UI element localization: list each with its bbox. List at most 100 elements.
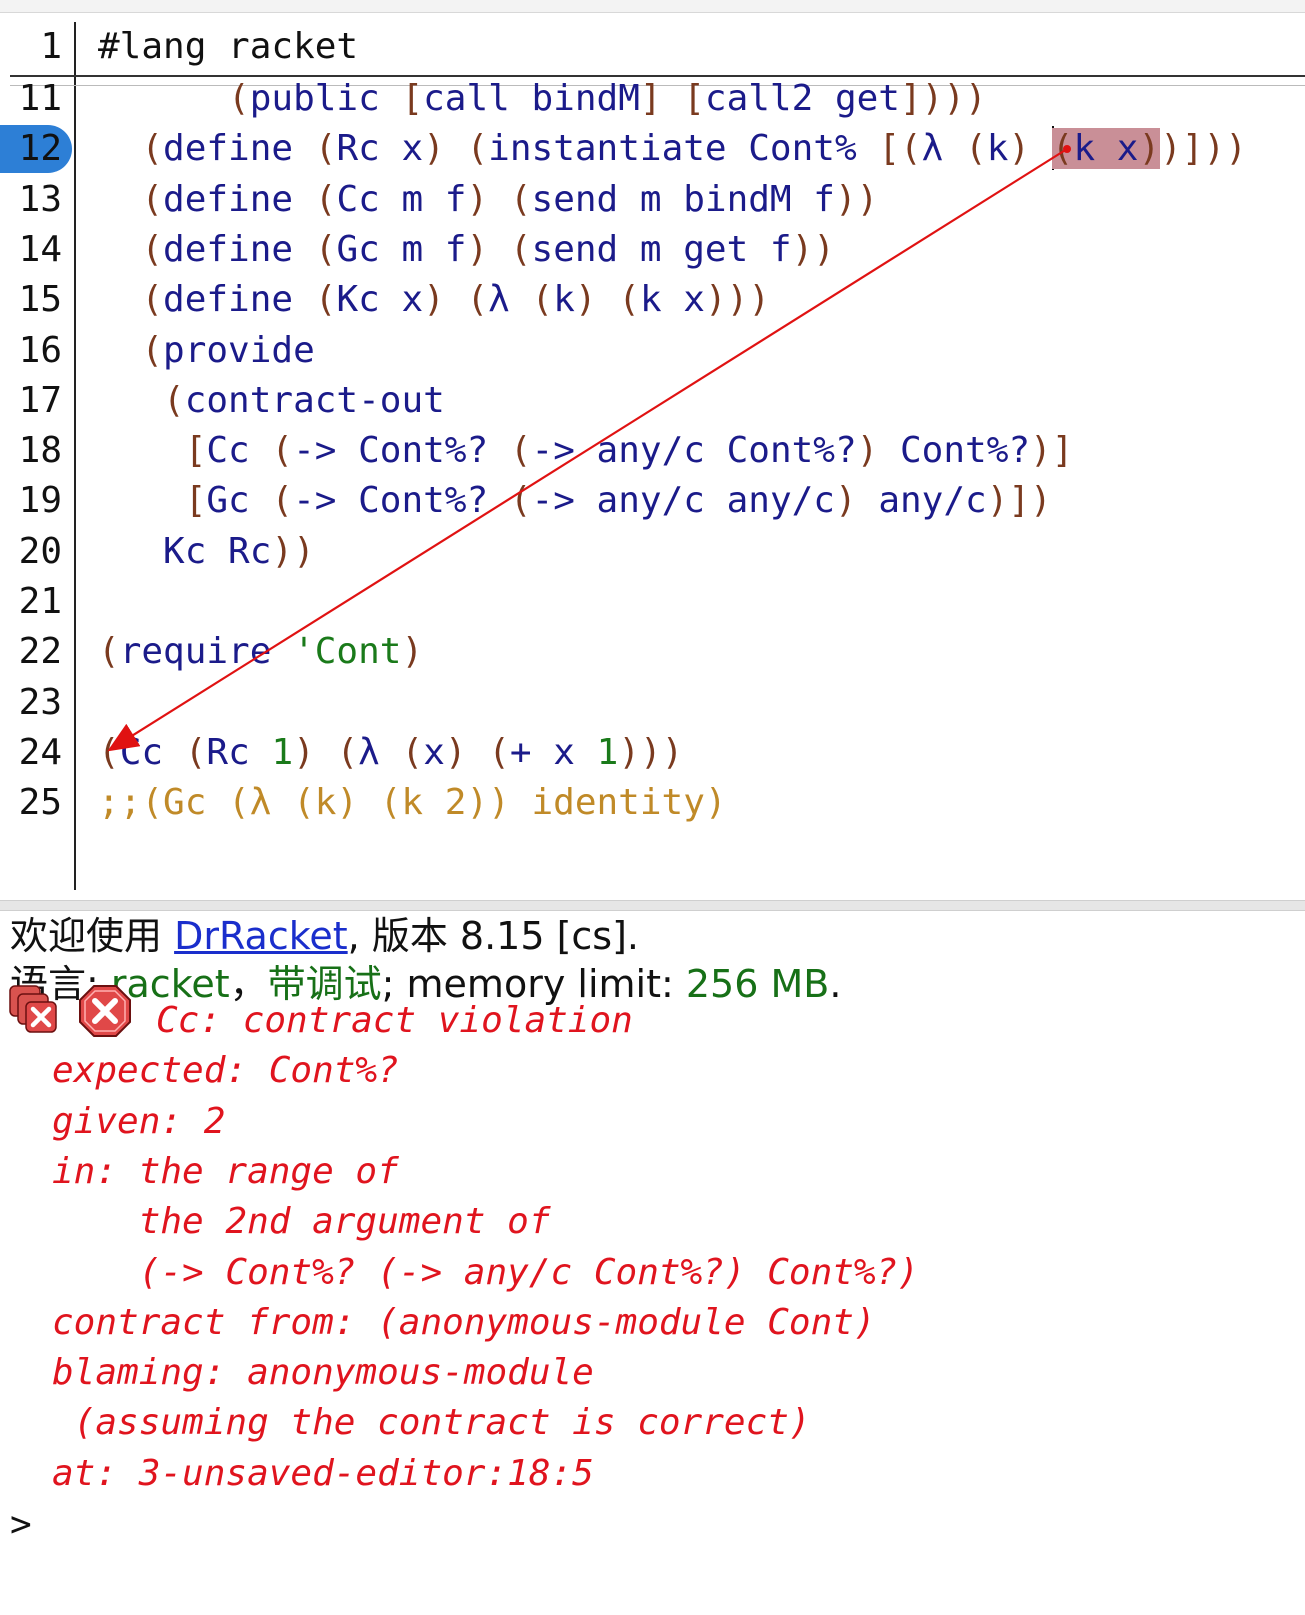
code-line[interactable]: (public [call bindM] [call2 get]))) bbox=[98, 74, 987, 124]
code-token: require bbox=[119, 631, 294, 672]
code-line[interactable]: [Gc (-> Cont%? (-> any/c any/c) any/c)]) bbox=[98, 476, 1052, 526]
code-token: ) ( bbox=[423, 279, 489, 320]
code-token: ( bbox=[401, 732, 424, 773]
code-token: )) bbox=[271, 531, 315, 572]
code-line[interactable]: (define (Cc m f) (send m bindM f)) bbox=[98, 175, 878, 225]
code-token: k x bbox=[639, 279, 705, 320]
code-line[interactable]: (define (Kc x) (λ (k) (k x))) bbox=[98, 275, 770, 325]
code-token: )] bbox=[1030, 430, 1074, 471]
code-token: ))) bbox=[618, 732, 684, 773]
error-detail-line: blaming: anonymous-module bbox=[52, 1352, 594, 1393]
code-token: x bbox=[423, 732, 445, 773]
code-token: Cc bbox=[206, 430, 272, 471]
code-token: λ bbox=[488, 279, 532, 320]
code-token: ) bbox=[401, 631, 424, 672]
code-line[interactable]: (define (Rc x) (instantiate Cont% [(λ (k… bbox=[98, 124, 1247, 174]
code-token: ( bbox=[98, 380, 185, 421]
code-token: ( bbox=[184, 732, 207, 773]
definitions-editor[interactable]: 1 #lang racket 11 (public [call bindM] [… bbox=[0, 0, 1305, 900]
code-token: ) bbox=[834, 480, 879, 521]
code-token: Cc bbox=[119, 732, 185, 773]
line-number: 22 bbox=[18, 631, 62, 672]
code-token: define bbox=[163, 229, 315, 270]
code-token: Kc x bbox=[336, 279, 424, 320]
code-token: λ bbox=[358, 732, 402, 773]
code-token: 1 bbox=[271, 732, 294, 773]
pane-divider[interactable] bbox=[0, 900, 1305, 911]
code-token: ( bbox=[314, 179, 337, 220]
code-line[interactable]: Kc Rc)) bbox=[98, 527, 315, 577]
error-detail-line: given: 2 bbox=[52, 1101, 226, 1142]
error-detail-line: contract from: (anonymous-module Cont) bbox=[52, 1302, 876, 1343]
line-number: 15 bbox=[18, 279, 62, 320]
line-number: 14 bbox=[18, 229, 62, 270]
stack-trace-icon[interactable] bbox=[6, 984, 62, 1040]
code-line-header[interactable]: #lang racket bbox=[98, 22, 358, 72]
code-token: ]))) bbox=[899, 78, 987, 119]
code-token: ] [ bbox=[639, 78, 705, 119]
code-token: ;;(Gc (λ (k) (k 2)) identity) bbox=[98, 782, 727, 823]
line-number: 11 bbox=[18, 78, 62, 119]
code-token: Kc Rc bbox=[98, 531, 272, 572]
code-token: [( bbox=[878, 128, 922, 169]
code-token: define bbox=[163, 128, 315, 169]
code-token: ( bbox=[98, 179, 164, 220]
highlighted-token: ) bbox=[1138, 128, 1161, 169]
code-token: send m bindM f bbox=[531, 179, 835, 220]
code-token: Cc m f bbox=[336, 179, 467, 220]
repl-prompt[interactable]: > bbox=[10, 1500, 32, 1550]
code-token: ) ( bbox=[466, 179, 532, 220]
code-line[interactable]: (provide bbox=[98, 326, 315, 376]
code-line[interactable]: (contract-out bbox=[98, 376, 445, 426]
line-number: 13 bbox=[18, 179, 62, 220]
code-token: ) ( bbox=[466, 229, 532, 270]
error-detail-line: expected: Cont%? bbox=[52, 1050, 399, 1091]
error-detail-line: the 2nd argument of bbox=[52, 1201, 551, 1242]
code-token: λ bbox=[921, 128, 966, 169]
line-number: 24 bbox=[18, 732, 62, 773]
code-token: instantiate Cont% bbox=[488, 128, 879, 169]
line-number: 21 bbox=[18, 581, 62, 622]
code-token: ( bbox=[98, 229, 164, 270]
code-token: ( bbox=[271, 480, 294, 521]
code-line[interactable]: [Cc (-> Cont%? (-> any/c Cont%?) Cont%?)… bbox=[98, 426, 1074, 476]
code-line[interactable]: (Cc (Rc 1) (λ (x) (+ x 1))) bbox=[98, 728, 683, 778]
code-token: [ bbox=[401, 78, 424, 119]
code-token: ( bbox=[314, 279, 337, 320]
line-number: 19 bbox=[18, 480, 62, 521]
code-token: Cont%? bbox=[900, 430, 1031, 471]
interactions-pane[interactable]: 欢迎使用 DrRacket, 版本 8.15 [cs]. 语言: racket，… bbox=[0, 912, 1305, 1615]
language-end: . bbox=[829, 962, 842, 1006]
code-token: send m get f bbox=[531, 229, 792, 270]
code-token: -> Cont%? bbox=[293, 430, 510, 471]
drracket-link[interactable]: DrRacket bbox=[174, 914, 348, 958]
code-token: Rc x bbox=[336, 128, 424, 169]
code-token: any/c bbox=[878, 480, 987, 521]
line-number: 25 bbox=[18, 782, 62, 823]
code-token: ( bbox=[98, 330, 164, 371]
code-token: define bbox=[163, 279, 315, 320]
code-token: )]) bbox=[986, 480, 1052, 521]
code-token: 'Cont bbox=[293, 631, 402, 672]
code-token: ( bbox=[965, 128, 987, 169]
code-line[interactable]: ;;(Gc (λ (k) (k 2)) identity) bbox=[98, 778, 727, 828]
code-token: Gc bbox=[206, 480, 272, 521]
code-token: ( bbox=[98, 732, 120, 773]
code-token: define bbox=[163, 179, 315, 220]
code-line[interactable]: (define (Gc m f) (send m get f)) bbox=[98, 225, 835, 275]
code-token: ) ( bbox=[423, 128, 489, 169]
code-token: ( bbox=[509, 480, 532, 521]
code-token: public bbox=[249, 78, 402, 119]
highlighted-token: ( bbox=[1051, 128, 1074, 169]
error-detail-line: in: the range of bbox=[52, 1151, 399, 1192]
code-token: provide bbox=[163, 330, 315, 371]
code-line[interactable]: (require 'Cont) bbox=[98, 627, 423, 677]
code-token: Gc m f bbox=[336, 229, 467, 270]
welcome-line: 欢迎使用 DrRacket, 版本 8.15 [cs]. bbox=[10, 912, 639, 960]
line-number: 1 bbox=[40, 26, 62, 67]
code-token: ) ( bbox=[444, 732, 510, 773]
line-number: 17 bbox=[18, 380, 62, 421]
code-token: ( bbox=[509, 430, 532, 471]
line-number: 20 bbox=[18, 531, 62, 572]
welcome-prefix: 欢迎使用 bbox=[10, 914, 175, 958]
